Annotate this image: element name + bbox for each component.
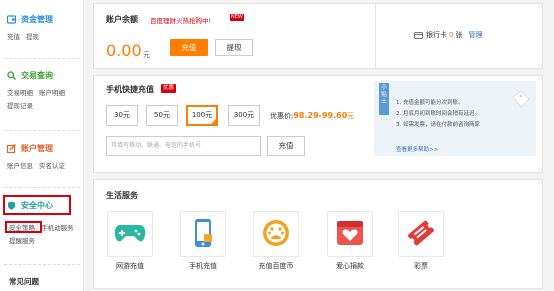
bankcard-info: 银行卡 0 张 管理 — [414, 30, 482, 40]
discount-badge: 优惠 — [161, 84, 177, 93]
amount-option-50[interactable]: 50元 — [146, 105, 178, 126]
sidebar-link-account-info[interactable]: 账户信息 — [7, 162, 33, 170]
bankcard-unit: 张 — [455, 31, 463, 39]
service-label: 手机充值 — [189, 262, 217, 270]
sidebar-link-sms-service[interactable]: 手机动服务 — [41, 224, 74, 232]
sidebar-section-security: 安全中心 — [7, 198, 81, 212]
edit-icon — [7, 143, 16, 153]
service-label: 充值百度币 — [258, 262, 294, 270]
selected-check-icon — [210, 118, 217, 125]
service-item-baidu-coin[interactable]: 充值百度币 — [253, 211, 299, 271]
sidebar-link-trade-detail[interactable]: 交易明细 — [7, 89, 33, 97]
sidebar-link-withdraw-records[interactable]: 提现记录 — [7, 102, 33, 110]
shield-icon — [7, 201, 16, 210]
balance-unit: 元 — [143, 51, 150, 59]
baidu-coin-icon — [261, 218, 291, 250]
sidebar-title-funds: 资金管理 — [21, 14, 53, 24]
recharge-button[interactable]: 充值 — [170, 39, 208, 56]
sidebar: 资金管理 充值 提现 交易查询 交易明细 账户明细 提现记录 账户管理 账户信息 实名… — [0, 0, 84, 291]
service-label: 网游充值 — [116, 262, 144, 270]
service-item-game[interactable]: 网游充值 — [107, 211, 153, 271]
price-value: 98.29-99.60 — [293, 111, 348, 120]
sidebar-title-account: 账户管理 — [21, 143, 53, 153]
bankcard-count: 0 — [449, 31, 454, 39]
heart-donation-icon — [335, 219, 365, 249]
price-unit: 元 — [347, 112, 355, 120]
sidebar-title-trade: 交易查询 — [21, 70, 53, 80]
search-icon — [7, 70, 16, 80]
sidebar-link-account-detail[interactable]: 账户明细 — [39, 89, 65, 97]
sidebar-link-recharge[interactable]: 充值 — [7, 33, 20, 41]
mobile-phone-icon — [193, 218, 213, 250]
phone-recharge-submit-button[interactable]: 充值 — [267, 136, 305, 156]
tip-item: 2. 月底月初到账时间会稍有延迟。 — [396, 111, 480, 117]
phone-number-input[interactable]: 可填写移动、联通、电信的手机号 — [106, 136, 261, 156]
sidebar-faq-title: 常见问题 — [9, 277, 39, 286]
discount-price: 优惠价:98.29-99.60元 — [270, 111, 354, 121]
service-label: 爱心捐款 — [336, 262, 364, 270]
amount-option-100-selected[interactable]: 100元 — [186, 105, 218, 126]
service-item-mobile[interactable]: 手机充值 — [180, 211, 226, 271]
tips-box: 小贴士 1. 充值金额可能分次到账。 2. 月底月初到账时间会稍有延迟。 3. … — [374, 81, 536, 156]
life-services-title: 生活服务 — [106, 191, 138, 200]
sidebar-section-funds: 资金管理 充值 提现 — [7, 12, 81, 44]
lottery-ticket-icon — [406, 218, 436, 250]
sidebar-link-realname[interactable]: 实名认证 — [39, 162, 65, 170]
tip-item: 1. 充值金额可能分次到账。 — [396, 100, 464, 106]
balance-panel: 账户余额 百度理财火热抢购中! NEW 0.00 元 充值 提现 银行卡 0 张… — [93, 3, 543, 69]
sidebar-link-security-policy[interactable]: 安全策略 — [9, 224, 35, 232]
phone-recharge-panel: 手机快捷充值 优惠 30元 50元 100元 300元 优惠价:98.29-99… — [93, 75, 543, 173]
sidebar-title-security: 安全中心 — [21, 200, 53, 210]
sidebar-link-reminder-service[interactable]: 提醒服务 — [9, 237, 35, 245]
amount-option-300[interactable]: 300元 — [228, 105, 260, 126]
balance-title: 账户余额 — [106, 15, 138, 24]
more-help-link[interactable]: 查看更多帮助>> — [396, 145, 438, 153]
service-item-donation[interactable]: 爱心捐款 — [327, 211, 373, 271]
price-label: 优惠价: — [270, 112, 294, 120]
tip-item: 3. 如需发票，请在付款前咨询商家 — [396, 122, 480, 128]
withdraw-button[interactable]: 提现 — [215, 39, 253, 56]
sidebar-link-withdraw[interactable]: 提现 — [26, 33, 39, 41]
phone-recharge-title: 手机快捷充值 — [106, 85, 154, 94]
gamepad-icon — [114, 222, 146, 246]
promo-text[interactable]: 百度理财火热抢购中! — [150, 15, 211, 25]
service-item-lottery[interactable]: 彩票 — [398, 211, 444, 271]
bankcard-label: 银行卡 — [426, 31, 447, 39]
balance-amount: 0.00 — [106, 41, 142, 60]
amount-option-30[interactable]: 30元 — [106, 105, 138, 126]
wallet-icon — [7, 14, 16, 24]
tips-tag: 小贴士 — [379, 83, 389, 115]
life-services-panel: 生活服务 — [93, 179, 543, 289]
sidebar-section-trade: 交易查询 交易明细 账户明细 提现记录 — [7, 68, 81, 113]
bankcard-icon — [414, 31, 423, 39]
sidebar-section-account: 账户管理 账户信息 实名认证 — [7, 141, 81, 173]
bankcard-manage-link[interactable]: 管理 — [468, 30, 482, 40]
service-label: 彩票 — [414, 262, 428, 270]
new-badge: NEW — [230, 14, 244, 21]
tag-decoration-icon — [509, 89, 531, 113]
